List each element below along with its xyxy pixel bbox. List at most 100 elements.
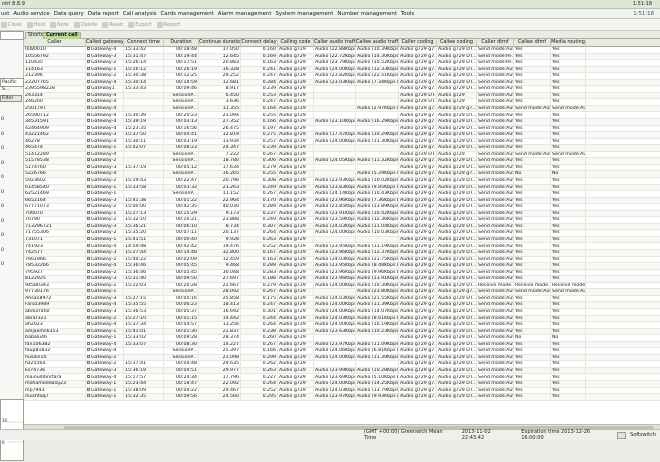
row-marker-icon bbox=[87, 269, 90, 273]
toolbar-button[interactable]: Report bbox=[156, 21, 180, 28]
table-cell: Send mode:Auto bbox=[478, 236, 514, 244]
table-row[interactable]: 2501797 Gateway-4 SessionP... 11.355 0.164 Au… bbox=[24, 105, 660, 113]
table-cell: No bbox=[551, 171, 586, 178]
left-count: 0 bbox=[1, 247, 4, 253]
table-row[interactable]: Faroz3989 Gateway-4 15:35:55 00:06:23 18.413… bbox=[24, 302, 660, 309]
menu-item[interactable]: Cards management bbox=[161, 11, 214, 17]
status-softswitch: Softswitch bbox=[630, 432, 656, 438]
table-cell: Audio g729 g7... bbox=[438, 105, 477, 113]
table-cell: Send mode:Auto bbox=[478, 367, 514, 375]
column-header[interactable]: Caller bbox=[24, 39, 86, 47]
table-cell: Audio g729 DT... bbox=[438, 73, 477, 80]
table-row[interactable]: mushtaq7 Gateway-1 15:32:35 00:09:56 24.560 0… bbox=[24, 394, 660, 401]
row-marker-icon bbox=[87, 230, 90, 234]
table-cell: 13.934 bbox=[199, 138, 241, 146]
menu-item[interactable]: Alarm management bbox=[218, 11, 272, 17]
table-cell: 0.260 bbox=[241, 335, 278, 342]
row-marker-icon bbox=[87, 86, 90, 90]
toolbar-button[interactable]: Note bbox=[50, 21, 69, 28]
table-cell: Audio (2.97Kbps Bit... bbox=[356, 105, 399, 113]
table-cell: Gateway-2 bbox=[86, 73, 124, 80]
table-cell: 11.355 bbox=[199, 105, 241, 113]
table-cell bbox=[124, 171, 164, 178]
table-row[interactable]: 795927 Gateway-2 15:36:46 00:05:45 30.048 0.2… bbox=[24, 269, 660, 277]
row-marker-icon bbox=[87, 119, 90, 123]
table-cell: Audio g729 g7... bbox=[400, 302, 437, 309]
toolbar-icon bbox=[50, 21, 57, 28]
table-cell: 16.265 bbox=[199, 171, 241, 178]
status-current-time: 2013-11-02 22:43:42 bbox=[461, 429, 491, 441]
menu-item[interactable]: Data query bbox=[54, 11, 84, 17]
column-header[interactable]: Continue duration bbox=[199, 39, 241, 47]
menu-item[interactable]: Audio service bbox=[13, 11, 49, 17]
table-cell: Gateway-1 bbox=[86, 335, 124, 342]
timezone-filter-input[interactable]: Pacific S... bbox=[0, 78, 24, 92]
table-cell: Audio g729 DT... bbox=[438, 269, 477, 277]
column-header[interactable]: Called gateway bbox=[86, 39, 124, 47]
table-cell: 18.413 bbox=[199, 302, 241, 309]
table-row[interactable]: 67771073 Gateway-2 15:00:00 00:42:35 40.030 0… bbox=[24, 204, 660, 211]
column-header[interactable]: Callee coding bbox=[437, 39, 477, 47]
toolbar-icon bbox=[128, 21, 135, 28]
table-cell: Yes bbox=[551, 302, 586, 309]
column-header[interactable]: Connect time bbox=[124, 39, 164, 47]
table-cell: 0.164 bbox=[241, 105, 278, 113]
column-header[interactable]: Calling code bbox=[278, 39, 314, 47]
column-header[interactable]: Callee dtmf bbox=[514, 39, 551, 47]
table-row[interactable]: 731071 Gateway-1 15:41:51 00:00:40 9.928 0.26… bbox=[24, 236, 660, 244]
filter-button[interactable]: Filter bbox=[0, 95, 22, 102]
toolbar-icon bbox=[102, 21, 109, 28]
column-header[interactable]: Caller dtmf bbox=[477, 39, 514, 47]
left-search-input[interactable] bbox=[0, 31, 24, 40]
status-button[interactable] bbox=[617, 431, 627, 439]
left-count: 0 bbox=[1, 175, 4, 180]
column-header[interactable]: Callee audio traffic bbox=[356, 39, 399, 47]
toolbar-icon bbox=[1, 21, 7, 28]
table-cell: Audio g729 g7... bbox=[400, 73, 437, 80]
table-row[interactable]: ks74736 Gateway-3 15:36:19 00:04:51 29.977 0.… bbox=[24, 367, 660, 375]
table-row[interactable]: 46278 Gateway-4 15:30:11 00:03:19 13.934 0.25… bbox=[24, 138, 660, 146]
table-cell: Audio (23.85Kbps ... bbox=[315, 204, 356, 211]
toolbar-label: Hold bbox=[33, 21, 46, 28]
menu-item[interactable]: Call analysis bbox=[123, 11, 157, 17]
table-cell: Audio g729 bbox=[278, 204, 314, 211]
menu-item[interactable]: Number management bbox=[337, 11, 396, 17]
table-cell: Audio g729 g7... bbox=[400, 204, 437, 211]
column-header[interactable]: Connect delay bbox=[241, 39, 278, 47]
menu-item[interactable]: System management bbox=[275, 11, 333, 17]
column-header[interactable]: Media routing bbox=[551, 39, 586, 47]
clock: 1:51:18 bbox=[632, 1, 652, 7]
toolbar-button[interactable]: Delete bbox=[73, 21, 98, 28]
table-cell bbox=[314, 105, 356, 113]
table-cell: mushtaq7 bbox=[24, 394, 86, 401]
column-header[interactable]: Duration bbox=[164, 39, 199, 47]
table-cell: Audio (23.82Kbps ... bbox=[315, 73, 356, 80]
table-row[interactable]: 5226766 Gateway-4 SessionP... 16.265 0.255 Au… bbox=[24, 171, 660, 178]
row-marker-icon bbox=[87, 164, 90, 168]
table-cell: Gateway-3 bbox=[86, 367, 124, 375]
table-cell bbox=[314, 171, 356, 178]
toolbar-button[interactable]: Reset bbox=[102, 21, 123, 28]
table-cell: Audio g729 g7... bbox=[400, 335, 437, 342]
column-header[interactable]: Caller coding bbox=[399, 39, 437, 47]
toolbar-button[interactable]: Close bbox=[1, 21, 22, 28]
toolbar-label: Delete bbox=[80, 21, 98, 28]
table-row[interactable]: babalu46 Gateway-1 15:33:02 00:09:28 28.374 0… bbox=[24, 335, 660, 342]
menu-item[interactable]: ust bbox=[1, 11, 9, 17]
table-cell: Audio (9.96Kbps Bit... bbox=[356, 269, 399, 277]
menu-item[interactable]: Data report bbox=[88, 11, 119, 17]
column-header[interactable]: Caller audio traffic bbox=[314, 39, 356, 47]
table-cell: 24.560 bbox=[199, 394, 241, 401]
table-cell: No bbox=[514, 335, 551, 342]
row-marker-icon bbox=[87, 289, 90, 293]
row-marker-icon bbox=[87, 250, 90, 254]
table-row[interactable]: 212396 Gateway-2 15:30:38 00:12:25 29.252 0.2… bbox=[24, 73, 660, 80]
table-header: Caller Called gateway Connect time Duration… bbox=[24, 39, 660, 47]
menu-item[interactable]: Tools bbox=[401, 11, 414, 17]
row-marker-icon bbox=[87, 47, 90, 50]
toolbar-button[interactable]: Hold bbox=[26, 21, 46, 28]
toolbar-button[interactable]: Export bbox=[128, 21, 152, 28]
tab-current-call[interactable]: Current call bbox=[43, 32, 81, 39]
table-cell: Yes bbox=[514, 302, 551, 309]
window-title: ntrl 8.8.9 bbox=[2, 1, 25, 7]
